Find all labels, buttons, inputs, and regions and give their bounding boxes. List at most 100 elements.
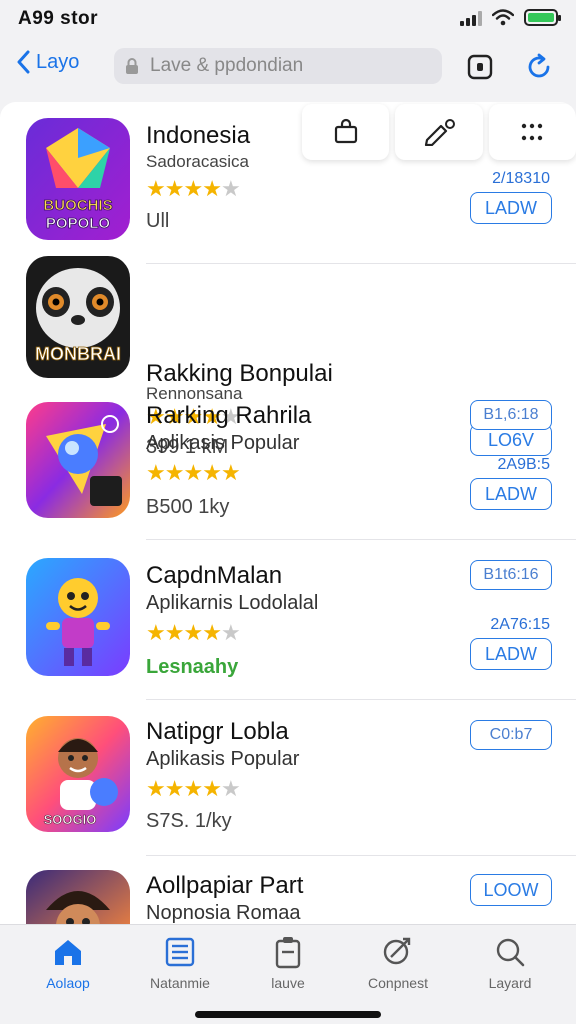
app-meta: S7S. 1/ky xyxy=(146,810,232,832)
star-icon: ★ xyxy=(220,176,241,201)
search-icon xyxy=(496,938,525,967)
list-icon xyxy=(165,937,195,967)
signal-icon xyxy=(460,10,482,26)
star-icon: ★ xyxy=(146,776,166,801)
get-button[interactable]: LADW xyxy=(470,478,552,510)
rating-stars: ★★★★★ xyxy=(146,176,241,202)
get-button[interactable]: C0:b7 xyxy=(470,720,552,750)
list-item[interactable]: MONBRAI Rakking Bonpulai Rennonsana ★★★★… xyxy=(0,252,576,458)
star-icon: ★ xyxy=(220,776,241,801)
get-button[interactable]: LADW xyxy=(470,192,552,224)
square-icon xyxy=(467,54,493,80)
star-icon: ★ xyxy=(164,460,185,485)
star-icon: ★ xyxy=(202,776,222,801)
refresh-button[interactable] xyxy=(522,50,556,84)
svg-text:SOOGIO: SOOGIO xyxy=(44,812,97,827)
bag-icon xyxy=(334,118,357,144)
app-subtitle: Aplikarnis Lodolalal xyxy=(146,592,319,614)
refresh-icon xyxy=(528,53,550,78)
app-icon[interactable] xyxy=(26,558,130,676)
navigation-bar: Layo xyxy=(0,40,576,96)
status-icons xyxy=(460,9,561,26)
pencil-icon xyxy=(424,119,455,146)
rating-stars: ★★★★★ xyxy=(146,620,241,646)
get-button[interactable]: LOOW xyxy=(470,874,552,906)
app-subtitle: Aplikasis Popular xyxy=(146,432,300,454)
search-input[interactable] xyxy=(150,55,430,77)
more-button[interactable] xyxy=(488,104,576,160)
app-rank: 2/18310 xyxy=(492,170,550,187)
battery-icon xyxy=(524,9,561,26)
app-meta: Ull xyxy=(146,210,170,232)
star-icon: ★ xyxy=(183,176,203,201)
rating-stars: ★★★★★ xyxy=(146,776,241,802)
app-icon[interactable]: SOOGIO xyxy=(26,716,130,832)
app-icon[interactable]: BUOCHIS POPOLO xyxy=(26,118,130,240)
star-icon: ★ xyxy=(202,620,222,645)
svg-text:BUOCHIS: BUOCHIS xyxy=(43,197,112,214)
star-icon: ★ xyxy=(146,460,166,485)
home-indicator xyxy=(195,1011,381,1018)
app-rank: 2A9B:5 xyxy=(497,456,550,473)
app-name: Indonesia xyxy=(146,122,251,149)
info-chip[interactable]: B1,6:18 xyxy=(470,400,552,430)
search-bar[interactable] xyxy=(114,48,442,84)
floating-action-bar xyxy=(302,104,576,160)
tab-today[interactable]: Aolaop xyxy=(18,935,118,991)
star-icon: ★ xyxy=(202,176,222,201)
rating-stars: ★★★★★ xyxy=(146,460,241,486)
list-item[interactable]: Aollpapiar Part Nopnosia Romaa LOOW xyxy=(0,856,576,924)
tab-label: Natanmie xyxy=(150,975,210,991)
app-subtitle: Aplikasis Popular xyxy=(146,748,300,770)
lock-icon xyxy=(126,58,138,74)
star-icon: ★ xyxy=(164,176,185,201)
star-icon: ★ xyxy=(146,620,166,645)
status-bar: A99 stor xyxy=(0,0,576,40)
back-button[interactable]: Layo xyxy=(16,50,79,74)
tab-label: Conpnest xyxy=(368,975,428,991)
app-icon[interactable] xyxy=(26,870,130,924)
app-list: BUOCHIS POPOLO Indonesia Sadoracasica ★★… xyxy=(0,102,576,924)
list-item[interactable]: SOOGIO Natipgr Lobla Aplikasis Popular ★… xyxy=(0,700,576,856)
star-icon: ★ xyxy=(164,776,185,801)
info-chip[interactable]: B1t6:16 xyxy=(470,560,552,590)
tab-label: Aolaop xyxy=(46,975,90,991)
tab-games[interactable]: Natanmie xyxy=(130,935,230,991)
app-rank: 2A76:15 xyxy=(490,616,550,633)
star-icon: ★ xyxy=(220,460,241,485)
list-item[interactable]: Rarking Rahrila Aplikasis Popular ★★★★★ … xyxy=(0,382,576,540)
app-subtitle: Sadoracasica xyxy=(146,152,250,171)
search-rocket-icon xyxy=(383,937,411,965)
star-icon: ★ xyxy=(220,620,241,645)
app-name: Natipgr Lobla xyxy=(146,718,289,745)
star-icon: ★ xyxy=(202,460,222,485)
star-icon: ★ xyxy=(183,460,203,485)
star-icon: ★ xyxy=(183,776,203,801)
tab-apps[interactable]: lauve xyxy=(238,935,338,991)
tab-label: Layard xyxy=(488,975,532,991)
home-icon xyxy=(55,940,81,965)
list-item[interactable]: CapdnMalan Aplikarnis Lodolalal ★★★★★ Le… xyxy=(0,540,576,700)
star-icon: ★ xyxy=(164,620,185,645)
tab-search[interactable]: Layard xyxy=(460,935,560,991)
app-name: Aollpapiar Part xyxy=(146,872,304,899)
back-label: Layo xyxy=(36,50,80,73)
tabs-button[interactable] xyxy=(463,50,497,84)
svg-text:POPOLO: POPOLO xyxy=(46,215,111,232)
edit-button[interactable] xyxy=(395,104,483,160)
svg-text:MONBRAI: MONBRAI xyxy=(35,344,121,364)
app-meta: B500 1ky xyxy=(146,496,230,518)
chevron-left-icon xyxy=(17,50,30,74)
clipboard-icon xyxy=(275,937,301,969)
wifi-icon xyxy=(492,9,514,26)
tab-label: lauve xyxy=(271,975,305,991)
app-icon[interactable] xyxy=(26,402,130,518)
get-button[interactable]: LADW xyxy=(470,638,552,670)
app-meta: Lesnaahy xyxy=(146,656,239,678)
share-button[interactable] xyxy=(302,104,390,160)
star-icon: ★ xyxy=(183,620,203,645)
more-icon xyxy=(522,123,543,141)
app-icon[interactable]: MONBRAI xyxy=(26,256,130,378)
tab-bar: Aolaop Natanmie lauve Conpnest Layard xyxy=(0,924,576,1024)
tab-arcade[interactable]: Conpnest xyxy=(348,935,448,991)
